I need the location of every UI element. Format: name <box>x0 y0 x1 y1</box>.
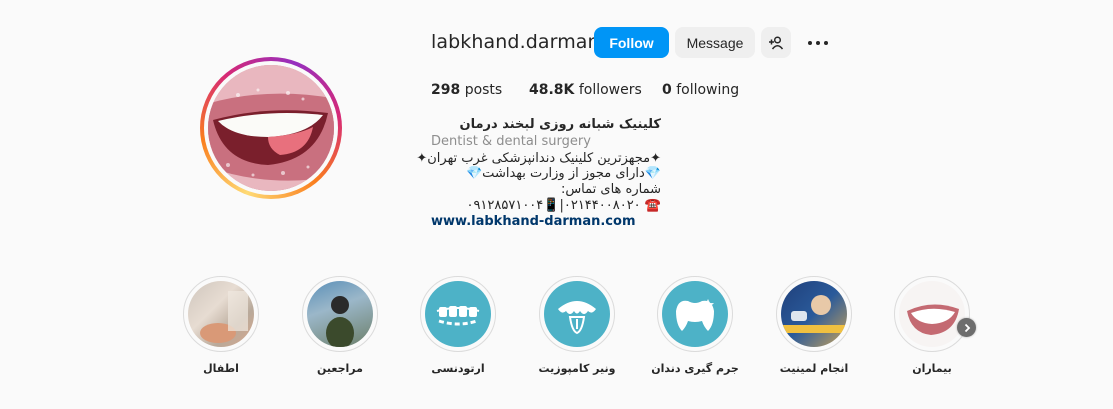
tooth-icon <box>676 299 714 331</box>
highlights-next-button[interactable] <box>957 318 976 337</box>
laminate-photo-icon <box>781 295 847 333</box>
patient-photo-icon <box>326 296 354 347</box>
highlight-label: ارتودنسی <box>431 362 485 375</box>
more-options-button[interactable] <box>805 33 831 53</box>
smile-image <box>208 65 334 191</box>
highlight-ring <box>539 276 615 352</box>
highlight-cover <box>781 281 847 347</box>
highlight-ring <box>657 276 733 352</box>
avatar-border <box>204 61 338 195</box>
followers-count: 48.8K <box>529 82 575 98</box>
highlight-cover <box>425 281 491 347</box>
highlight-label: بیماران <box>912 362 952 375</box>
highlight-cover <box>544 281 610 347</box>
highlight-ring <box>420 276 496 352</box>
posts-count: 298 <box>431 82 461 98</box>
smile-photo-icon <box>907 304 959 335</box>
highlight-label: انجام لمینیت <box>779 362 849 375</box>
following-count: 0 <box>662 82 672 98</box>
highlight-ring <box>183 276 259 352</box>
add-user-icon <box>769 35 784 49</box>
highlight-label: جرم گیری دندان <box>651 362 739 375</box>
posts-stat: 298 posts <box>431 82 502 98</box>
more-horizontal-icon <box>808 41 828 45</box>
highlight-cover <box>899 281 965 347</box>
braces-icon <box>436 306 480 326</box>
bio-full-name: کلینیک شبانه روزی لبخند درمان <box>459 117 661 132</box>
chevron-right-icon <box>964 323 970 332</box>
highlight-label: اطفال <box>203 362 239 375</box>
profile-username: labkhand.darman <box>431 31 600 53</box>
suggest-accounts-button[interactable] <box>761 27 791 58</box>
followers-label: followers <box>578 82 642 98</box>
bio-line-3: شماره های تماس: <box>560 182 661 197</box>
highlight-cover <box>307 281 373 347</box>
posts-label: posts <box>464 82 503 98</box>
highlight-cover <box>662 281 728 347</box>
bio-category: Dentist & dental surgery <box>431 134 591 149</box>
highlight-ring <box>776 276 852 352</box>
highlight-cover <box>188 281 254 347</box>
highlight-label: مراجعین <box>317 362 363 375</box>
kids-photo-icon <box>200 291 248 343</box>
message-button[interactable]: Message <box>675 27 755 58</box>
avatar-image <box>208 65 334 191</box>
follow-button[interactable]: Follow <box>594 27 669 58</box>
highlight-ring <box>894 276 970 352</box>
highlight-label: ونیر کامپوزیت <box>538 362 616 375</box>
following-label: following <box>676 82 740 98</box>
veneer-icon <box>558 301 596 335</box>
highlight-ring <box>302 276 378 352</box>
profile-avatar[interactable] <box>200 57 342 199</box>
bio-website-link[interactable]: www.labkhand-darman.com <box>431 214 635 229</box>
bio-phone-line: ☎️ ۰۲۱۴۴۰۰۸۰۲۰|📱۰۹۱۲۸۵۷۱۰۰۴ <box>466 198 661 213</box>
followers-stat[interactable]: 48.8K followers <box>529 82 642 98</box>
bio-line-1: ✦مجهزترین کلینیک دندانپزشکی غرب تهران✦ <box>416 151 661 166</box>
bio-line-2: 💎دارای مجوز از وزارت بهداشت💎 <box>466 166 661 181</box>
following-stat[interactable]: 0 following <box>662 82 739 98</box>
